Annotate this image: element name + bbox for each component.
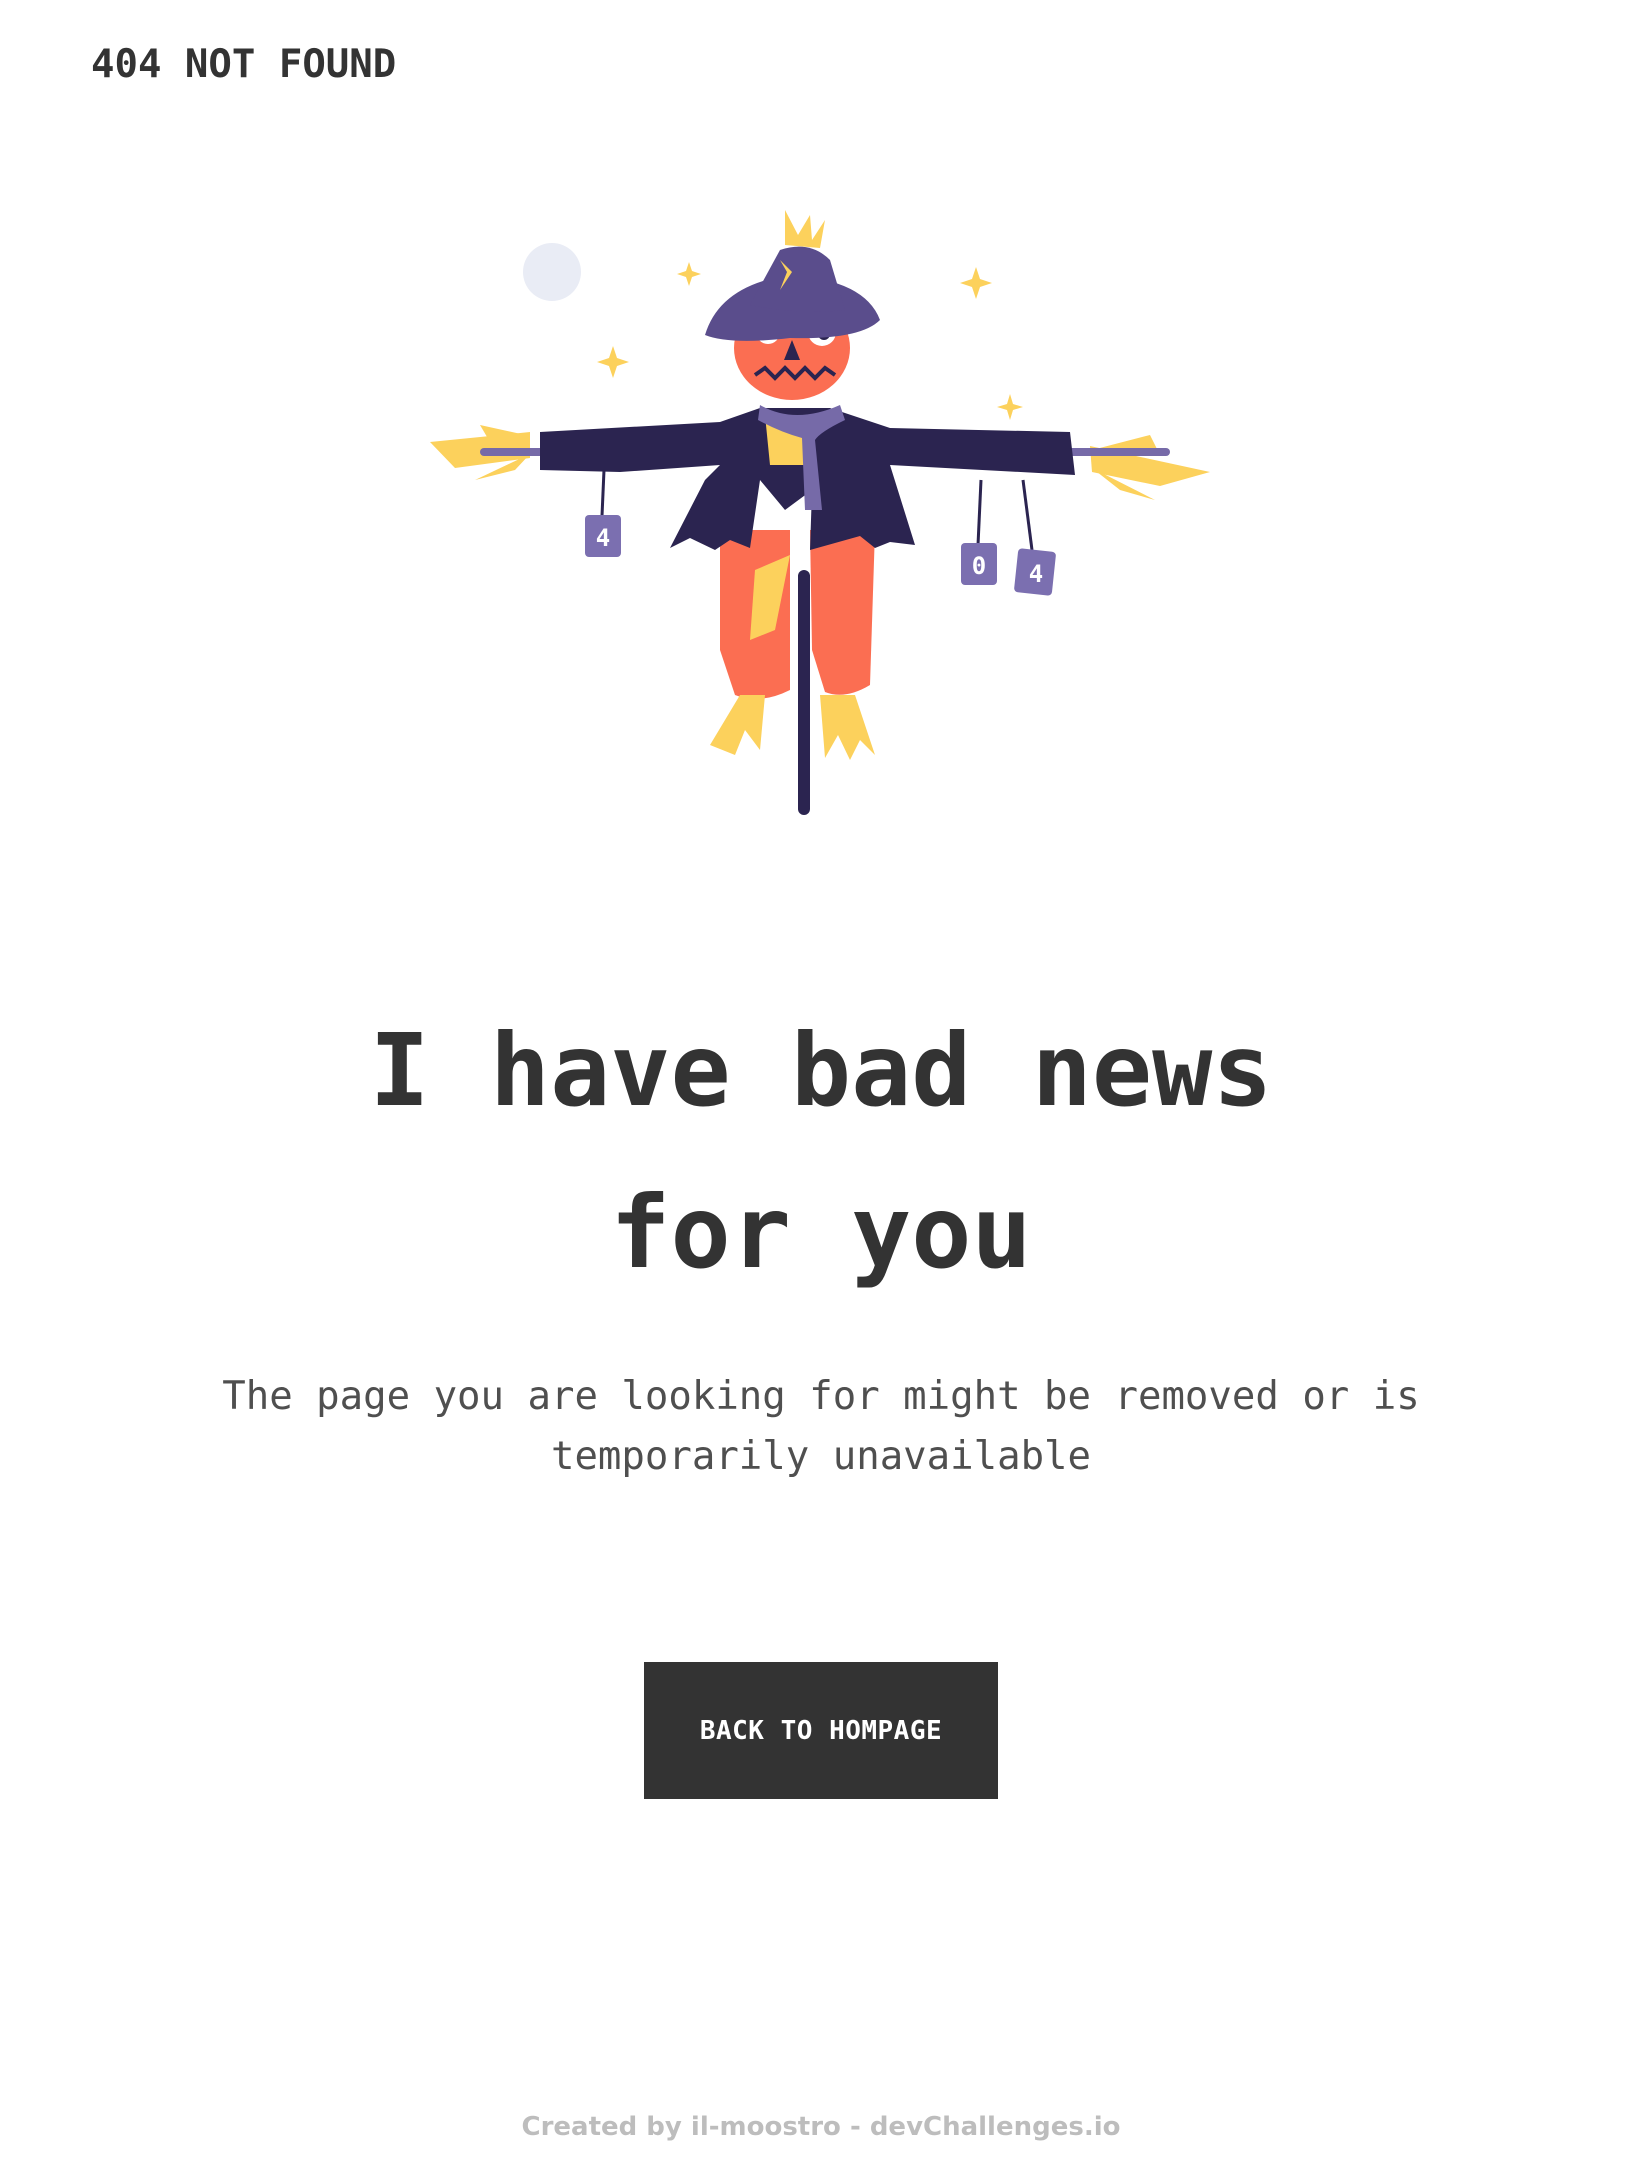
back-to-homepage-button[interactable]: BACK TO HOMPAGE: [644, 1662, 998, 1799]
legs: [720, 530, 875, 699]
straw-feet: [710, 695, 875, 760]
headline-line-1: I have bad news: [369, 1012, 1273, 1129]
can-label-4-left: 4: [596, 524, 610, 552]
pole: [798, 570, 810, 815]
straw-right: [1090, 435, 1210, 500]
arm-stick-right: [1060, 448, 1170, 456]
hat: [705, 210, 880, 341]
can-label-0: 0: [972, 552, 986, 580]
headline: I have bad news for you: [0, 990, 1642, 1314]
brand-title: 404 NOT FOUND: [91, 42, 397, 87]
footer-credit[interactable]: Created by il-moostro - devChallenges.io: [0, 2112, 1642, 2142]
message-line-2: temporarily unavailable: [550, 1434, 1092, 1479]
message-line-1: The page you are looking for might be re…: [222, 1374, 1420, 1419]
headline-line-2: for you: [610, 1174, 1032, 1291]
scarecrow-illustration: 4 0 4: [430, 210, 1210, 815]
moon-icon: [523, 243, 581, 301]
can-label-4-right: 4: [1029, 560, 1043, 588]
error-message: The page you are looking for might be re…: [0, 1367, 1642, 1487]
